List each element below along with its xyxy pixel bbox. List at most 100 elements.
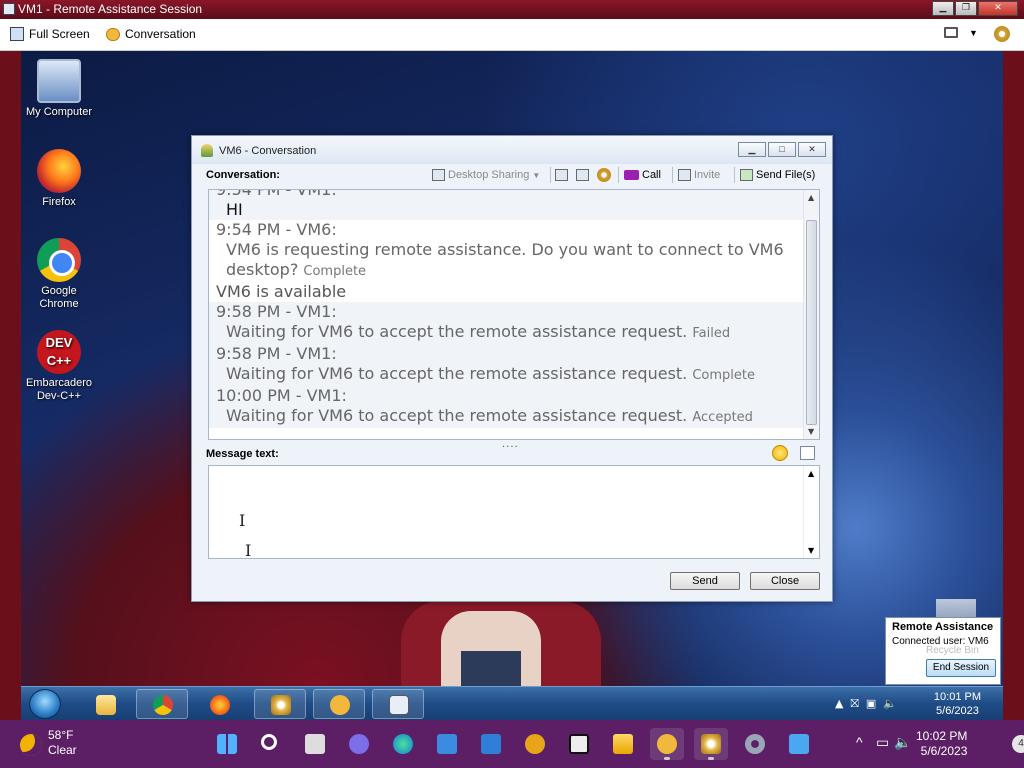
conversation-label: Conversation: <box>206 169 280 181</box>
close-button[interactable]: ✕ <box>978 1 1018 16</box>
weather-widget[interactable]: 58°F Clear <box>20 728 77 758</box>
windows-logo-icon <box>217 734 237 754</box>
action-center-icon[interactable]: ▣ <box>866 697 876 711</box>
7zip-button[interactable] <box>562 728 596 760</box>
conversation-button[interactable]: Conversation <box>106 27 196 41</box>
monitor-icon[interactable]: ▭ <box>876 734 889 751</box>
conversation-caption-buttons: ▁ □ ✕ <box>738 142 826 157</box>
show-hidden-icons-icon[interactable]: ▲ <box>835 697 843 711</box>
remote-assistance-icon <box>701 734 721 754</box>
remote-assistance-icon <box>271 695 291 715</box>
desktop-icon-devcpp[interactable]: DEV C++ Embarcadero Dev-C++ <box>21 330 97 403</box>
app-button[interactable] <box>782 728 816 760</box>
message-scrollbar[interactable]: ▲ ▼ <box>803 466 819 558</box>
teams-icon <box>349 734 369 754</box>
host-system-tray: ^ ▭ 🔈 10:02 PM 5/6/2023 4 <box>844 720 1024 768</box>
app-icon <box>789 734 809 754</box>
search-button[interactable] <box>254 728 288 760</box>
taskbar-remote-assistance[interactable] <box>254 689 306 719</box>
host-clock[interactable]: 10:02 PM 5/6/2023 <box>916 729 967 759</box>
message-text: Waiting for VM6 to accept the remote ass… <box>226 364 688 383</box>
host-time: 10:02 PM <box>916 729 968 743</box>
send-files-button[interactable]: Send File(s) <box>740 167 815 183</box>
toolbar-divider <box>672 167 673 183</box>
full-screen-icon <box>10 27 24 41</box>
chat-message: 9:58 PM - VM1: Waiting for VM6 to accept… <box>209 302 804 428</box>
taskbar-firefox[interactable] <box>193 689 245 719</box>
chat-bubble-icon <box>657 734 677 754</box>
chrome-icon <box>153 695 173 715</box>
gear-icon <box>994 26 1010 42</box>
end-session-button[interactable]: End Session <box>926 659 996 677</box>
messenger-button[interactable] <box>650 728 684 760</box>
mail-button[interactable] <box>474 728 508 760</box>
store-button[interactable] <box>430 728 464 760</box>
outer-title-bar: VM1 - Remote Assistance Session ▁ ❐ ✕ <box>0 0 1024 19</box>
volume-icon[interactable]: 🔈 <box>894 734 911 751</box>
scroll-up-arrow-icon[interactable]: ▲ <box>808 469 814 478</box>
call-button[interactable]: Call <box>624 167 661 183</box>
devcpp-badge: DEV C++ <box>45 335 73 368</box>
desktop-icon-firefox[interactable]: Firefox <box>21 149 97 209</box>
taskbar-explorer[interactable] <box>79 689 131 719</box>
display-options-button[interactable]: ▼ <box>944 27 978 38</box>
conversation-label: Conversation <box>125 27 196 41</box>
invite-button[interactable]: Invite <box>678 167 720 183</box>
minimize-button[interactable]: ▁ <box>738 142 766 157</box>
scroll-down-arrow-icon[interactable]: ▼ <box>808 427 814 436</box>
app-sharing-button[interactable] <box>576 167 589 183</box>
pane-splitter[interactable]: .... <box>502 439 519 450</box>
desktop-sharing-icon <box>432 169 445 181</box>
edge-button[interactable] <box>386 728 420 760</box>
settings-button[interactable] <box>738 728 772 760</box>
scroll-down-arrow-icon[interactable]: ▼ <box>808 546 814 555</box>
message-body: VM6 is requesting remote assistance. Do … <box>216 240 804 282</box>
message-input[interactable]: I ▲ ▼ <box>208 465 820 559</box>
teams-button[interactable] <box>342 728 376 760</box>
file-explorer-button[interactable] <box>606 728 640 760</box>
message-text-label: Message text: <box>206 448 279 460</box>
7zip-icon <box>569 734 589 754</box>
vpn-button[interactable] <box>518 728 552 760</box>
running-indicator <box>708 757 714 760</box>
chevron-up-icon[interactable]: ^ <box>856 734 863 750</box>
full-screen-button[interactable]: Full Screen <box>10 27 90 41</box>
send-file-icon <box>740 169 753 181</box>
weather-temperature: 58°F <box>48 728 74 742</box>
conversation-title: VM6 - Conversation <box>219 145 317 157</box>
remote-assistance-button[interactable] <box>694 728 728 760</box>
font-format-icon[interactable] <box>800 446 815 460</box>
devcpp-icon: DEV C++ <box>37 330 81 374</box>
volume-icon[interactable]: 🔈 <box>883 697 897 711</box>
desktop-sharing-button[interactable]: Desktop Sharing ▼ <box>432 167 540 183</box>
scroll-up-arrow-icon[interactable]: ▲ <box>808 193 814 202</box>
network-icon[interactable]: ⛝ <box>850 697 858 711</box>
notification-badge[interactable]: 4 <box>1012 735 1024 753</box>
moon-icon <box>20 734 42 756</box>
close-dialog-button[interactable]: Close <box>750 572 820 590</box>
search-icon <box>261 734 277 750</box>
whiteboard-button[interactable] <box>555 167 568 183</box>
settings-button[interactable] <box>994 26 1010 42</box>
windows-start-button[interactable] <box>210 728 244 760</box>
taskbar-chrome[interactable] <box>136 689 188 719</box>
conversation-scrollbar[interactable]: ▲ ▼ <box>803 190 819 439</box>
message-status: Complete <box>692 368 756 383</box>
invite-label: Invite <box>694 169 721 181</box>
conversation-log[interactable]: 9:54 PM - VM1: HI 9:54 PM - VM6: VM6 is … <box>208 189 820 440</box>
desktop-icon-chrome[interactable]: Google Chrome <box>21 238 97 311</box>
desktop-icon-my-computer[interactable]: My Computer <box>21 59 97 119</box>
taskbar-conversation[interactable] <box>313 689 365 719</box>
minimize-button[interactable]: ▁ <box>932 1 954 16</box>
guest-clock[interactable]: 10:01 PM 5/6/2023 <box>934 690 981 718</box>
emoticon-icon[interactable] <box>772 445 788 461</box>
activities-button[interactable] <box>597 167 611 183</box>
task-view-button[interactable] <box>298 728 332 760</box>
maximize-button[interactable]: □ <box>768 142 796 157</box>
scrollbar-thumb[interactable] <box>806 220 817 425</box>
restore-button[interactable]: ❐ <box>955 1 977 16</box>
send-button[interactable]: Send <box>670 572 740 590</box>
start-button[interactable] <box>29 689 61 719</box>
taskbar-window[interactable] <box>372 689 424 719</box>
close-button[interactable]: ✕ <box>798 142 826 157</box>
